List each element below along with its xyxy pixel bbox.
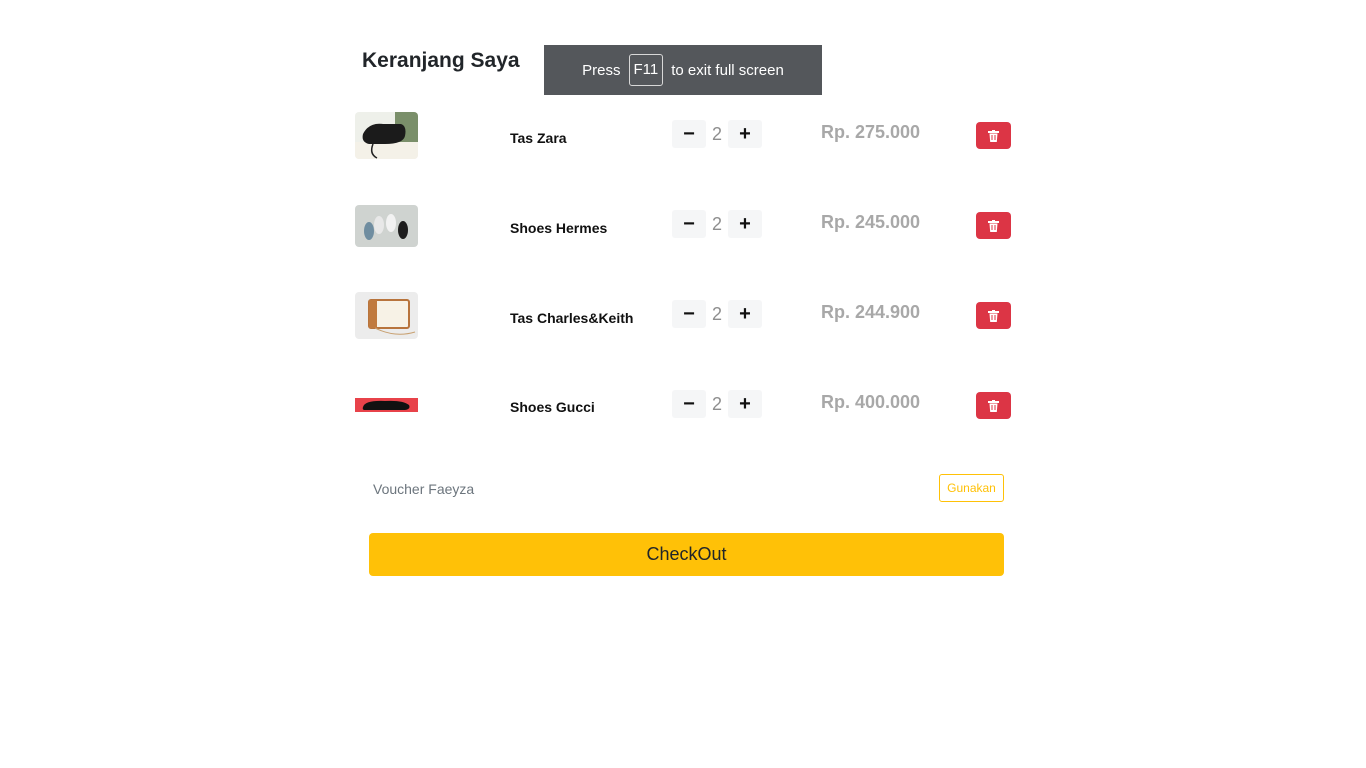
quantity-stepper: − 2 + (672, 210, 762, 238)
delete-item-button[interactable] (976, 302, 1011, 329)
product-thumbnail (355, 205, 418, 247)
fullscreen-notice: Press F11 to exit full screen (544, 45, 822, 95)
product-price: Rp. 275.000 (821, 122, 921, 142)
product-price: Rp. 245.000 (821, 212, 921, 232)
quantity-stepper: − 2 + (672, 390, 762, 418)
cart-item: Tas Charles&Keith − 2 + Rp. 244.900 (355, 292, 1015, 340)
product-name: Shoes Hermes (510, 220, 608, 236)
increase-qty-button[interactable]: + (728, 390, 762, 418)
increase-qty-button[interactable]: + (728, 300, 762, 328)
decrease-qty-button[interactable]: − (672, 120, 706, 148)
apply-voucher-button[interactable]: Gunakan (939, 474, 1004, 502)
trash-icon (988, 129, 999, 142)
delete-item-button[interactable] (976, 122, 1011, 149)
product-price: Rp. 244.900 (821, 302, 921, 322)
increase-qty-button[interactable]: + (728, 120, 762, 148)
product-name: Shoes Gucci (510, 399, 595, 415)
delete-item-button[interactable] (976, 212, 1011, 239)
quantity-value: 2 (711, 123, 722, 144)
quantity-stepper: − 2 + (672, 300, 762, 328)
decrease-qty-button[interactable]: − (672, 390, 706, 418)
product-name: Tas Charles&Keith (510, 310, 634, 326)
cart-item: Shoes Gucci − 2 + Rp. 400.000 (355, 382, 1015, 430)
fullscreen-press-text: Press (582, 61, 621, 79)
f11-key: F11 (628, 54, 664, 86)
quantity-value: 2 (711, 213, 722, 234)
product-thumbnail (355, 398, 418, 412)
trash-icon (988, 219, 999, 232)
cart-item: Tas Zara − 2 + Rp. 275.000 (355, 112, 1015, 160)
product-thumbnail (355, 292, 418, 339)
decrease-qty-button[interactable]: − (672, 210, 706, 238)
quantity-value: 2 (711, 303, 722, 324)
product-thumbnail (355, 112, 418, 159)
page-title: Keranjang Saya (362, 49, 520, 72)
quantity-stepper: − 2 + (672, 120, 762, 148)
cart-item: Shoes Hermes − 2 + Rp. 245.000 (355, 205, 1015, 253)
increase-qty-button[interactable]: + (728, 210, 762, 238)
voucher-label: Voucher Faeyza (373, 481, 475, 497)
decrease-qty-button[interactable]: − (672, 300, 706, 328)
fullscreen-rest-text: to exit full screen (671, 61, 784, 79)
quantity-value: 2 (711, 393, 722, 414)
product-name: Tas Zara (510, 130, 567, 146)
trash-icon (988, 309, 999, 322)
checkout-button[interactable]: CheckOut (369, 533, 1004, 576)
delete-item-button[interactable] (976, 392, 1011, 419)
trash-icon (988, 399, 999, 412)
product-price: Rp. 400.000 (821, 392, 921, 412)
